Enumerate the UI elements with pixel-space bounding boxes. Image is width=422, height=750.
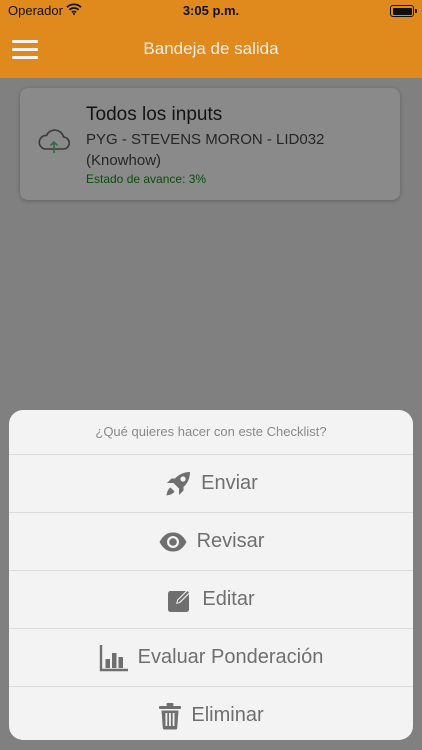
card-title: Todos los inputs xyxy=(86,104,223,125)
cloud-upload-icon xyxy=(36,126,72,156)
progress-status: Estado de avance: 3% xyxy=(86,172,207,186)
battery-icon xyxy=(390,5,417,17)
action-sheet: ¿Qué quieres hacer con este Checklist? E… xyxy=(9,410,413,740)
send-button[interactable]: Enviar xyxy=(9,455,413,513)
eye-icon xyxy=(158,531,188,553)
rocket-icon xyxy=(164,470,192,498)
edit-label: Editar xyxy=(202,588,255,610)
status-time: 3:05 p.m. xyxy=(182,3,240,18)
status-bar: Operador 3:05 p.m. xyxy=(0,0,422,22)
checklist-card[interactable]: Todos los inputs PYG - STEVENS MORON - L… xyxy=(20,88,400,200)
card-subtitle: PYG - STEVENS MORON - LID032 (Knowhow) xyxy=(86,131,325,169)
edit-button[interactable]: Editar xyxy=(9,571,413,629)
review-label: Revisar xyxy=(196,530,265,552)
trash-icon xyxy=(158,702,182,730)
evaluate-weighting-button[interactable]: Evaluar Ponderación xyxy=(9,629,413,687)
edit-icon xyxy=(167,587,193,613)
review-button[interactable]: Revisar xyxy=(9,513,413,571)
action-sheet-prompt: ¿Qué quieres hacer con este Checklist? xyxy=(9,410,413,455)
evaluate-weighting-label: Evaluar Ponderación xyxy=(137,646,324,668)
delete-button[interactable]: Eliminar xyxy=(9,687,413,740)
bar-chart-icon xyxy=(99,644,129,672)
delete-label: Eliminar xyxy=(191,704,264,726)
page-title: Bandeja de salida xyxy=(143,39,279,58)
nav-bar: Bandeja de salida xyxy=(0,22,422,78)
send-label: Enviar xyxy=(201,472,258,494)
